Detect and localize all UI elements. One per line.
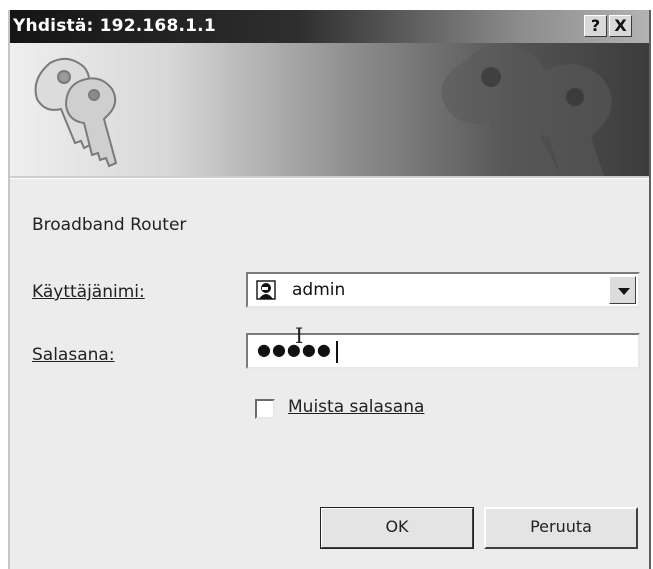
server-description: Broadband Router xyxy=(32,215,187,235)
ok-button-label: OK xyxy=(385,517,409,536)
window-title: Yhdistä: 192.168.1.1 xyxy=(13,16,216,36)
chevron-down-icon[interactable] xyxy=(609,276,636,304)
close-button[interactable]: X xyxy=(609,15,632,37)
ibeam-cursor-icon: I xyxy=(295,324,304,348)
text-caret xyxy=(336,341,338,363)
username-value: admin xyxy=(292,280,346,300)
ok-button[interactable]: OK xyxy=(320,507,474,549)
username-label: Käyttäjänimi: xyxy=(32,282,145,302)
password-label-text: Salasana: xyxy=(32,345,115,365)
help-button[interactable]: ? xyxy=(584,15,607,37)
remember-password-label-text: Muista salasana xyxy=(288,397,425,417)
banner-separator xyxy=(10,176,649,179)
banner xyxy=(10,43,649,176)
remember-password-label[interactable]: Muista salasana xyxy=(288,397,424,417)
title-bar[interactable]: Yhdistä: 192.168.1.1 ? X xyxy=(10,10,649,43)
login-dialog: Yhdistä: 192.168.1.1 ? X Broadband Route… xyxy=(8,10,651,569)
keys-watermark-icon xyxy=(441,45,612,176)
password-label: Salasana: xyxy=(32,345,115,365)
keys-icon xyxy=(34,57,118,168)
username-combobox[interactable]: admin xyxy=(246,272,640,308)
cancel-button-label: Peruuta xyxy=(530,517,592,536)
user-icon xyxy=(256,280,276,300)
password-field[interactable]: ●●●●● I xyxy=(246,324,640,369)
username-label-text: Käyttäjänimi: xyxy=(32,282,145,302)
remember-password-checkbox[interactable] xyxy=(255,399,275,419)
cancel-button[interactable]: Peruuta xyxy=(484,507,638,549)
